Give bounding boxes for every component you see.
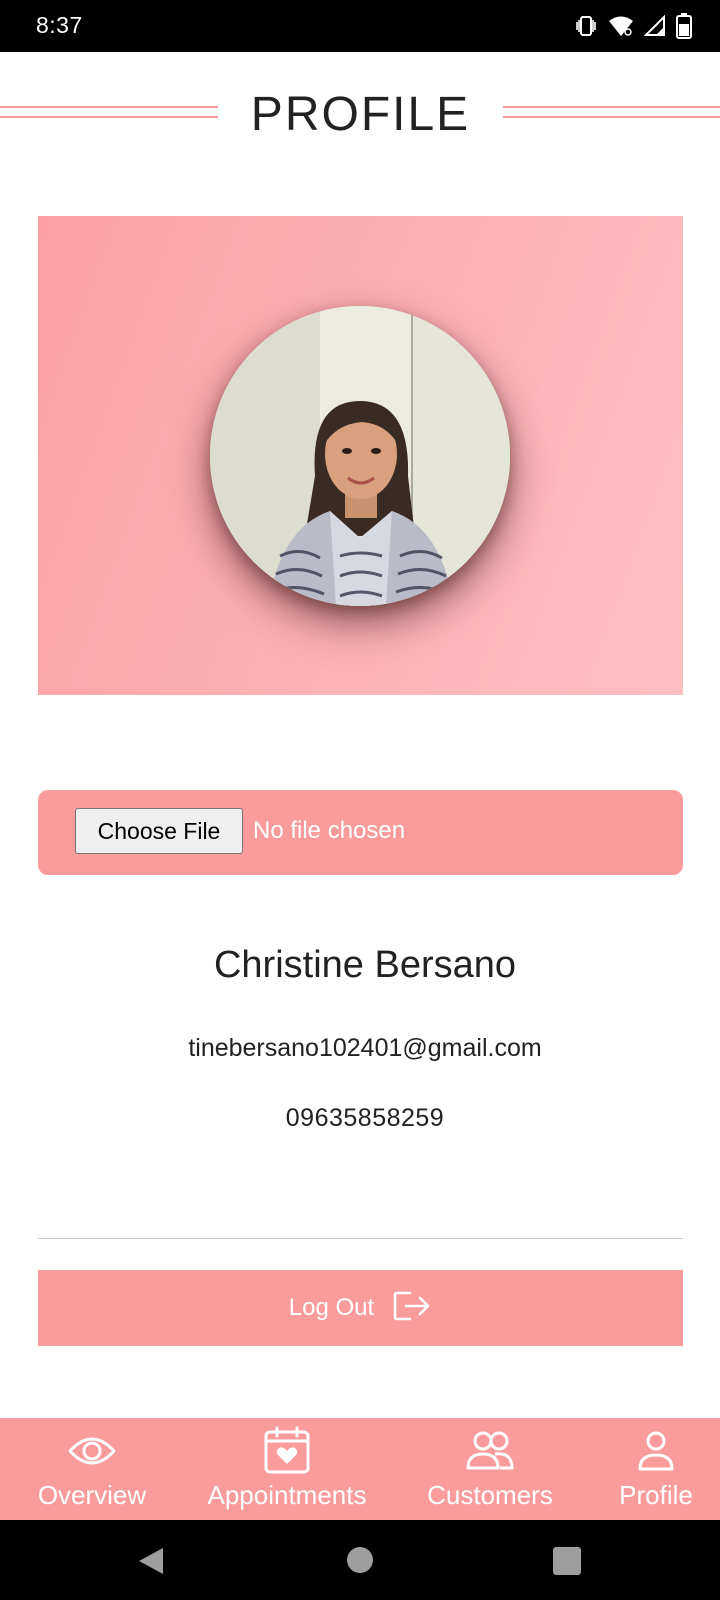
- home-icon[interactable]: [346, 1546, 374, 1579]
- status-bar: 8:37: [0, 0, 720, 52]
- bottom-nav: Overview Appointments Customers Profile: [0, 1418, 720, 1520]
- nav-label: Customers: [427, 1480, 553, 1510]
- nav-label: Appointments: [207, 1480, 367, 1510]
- file-status-text: No file chosen: [253, 817, 406, 844]
- users-icon: [465, 1426, 515, 1476]
- logout-icon: [392, 1290, 432, 1327]
- page-header: PROFILE: [0, 84, 720, 146]
- profile-photo: [210, 306, 510, 606]
- user-icon: [636, 1426, 676, 1476]
- user-email: tinebersano102401@gmail.com: [188, 1034, 542, 1062]
- eye-icon: [67, 1426, 117, 1476]
- avatar: [210, 306, 510, 606]
- divider: [38, 1238, 683, 1239]
- status-time: 8:37: [36, 12, 83, 38]
- nav-item-profile[interactable]: Profile: [606, 1418, 706, 1520]
- battery-icon: [676, 13, 692, 39]
- logout-label: Log Out: [288, 1294, 375, 1321]
- file-input-container: Choose File No file chosen: [38, 790, 683, 875]
- choose-file-button[interactable]: Choose File: [75, 808, 243, 854]
- calendar-heart-icon: [262, 1426, 312, 1476]
- header-divider-right: [503, 106, 720, 118]
- wifi-icon: [608, 15, 634, 37]
- vibrate-icon: [574, 14, 598, 38]
- profile-hero: [38, 216, 683, 695]
- status-icons: [574, 12, 692, 40]
- nav-item-customers[interactable]: Customers: [414, 1418, 566, 1520]
- recents-icon[interactable]: [552, 1546, 582, 1581]
- user-name: Christine Bersano: [213, 944, 517, 986]
- system-nav-bar: [0, 1520, 720, 1600]
- nav-label: Overview: [37, 1480, 147, 1510]
- signal-icon: [644, 15, 666, 37]
- nav-item-overview[interactable]: Overview: [22, 1418, 162, 1520]
- page-title: PROFILE: [250, 88, 471, 141]
- nav-item-appointments[interactable]: Appointments: [192, 1418, 382, 1520]
- header-divider-left: [0, 106, 218, 118]
- nav-label: Profile: [619, 1480, 693, 1510]
- user-phone: 09635858259: [285, 1104, 445, 1132]
- back-icon[interactable]: [136, 1546, 166, 1581]
- logout-button[interactable]: Log Out: [38, 1270, 683, 1346]
